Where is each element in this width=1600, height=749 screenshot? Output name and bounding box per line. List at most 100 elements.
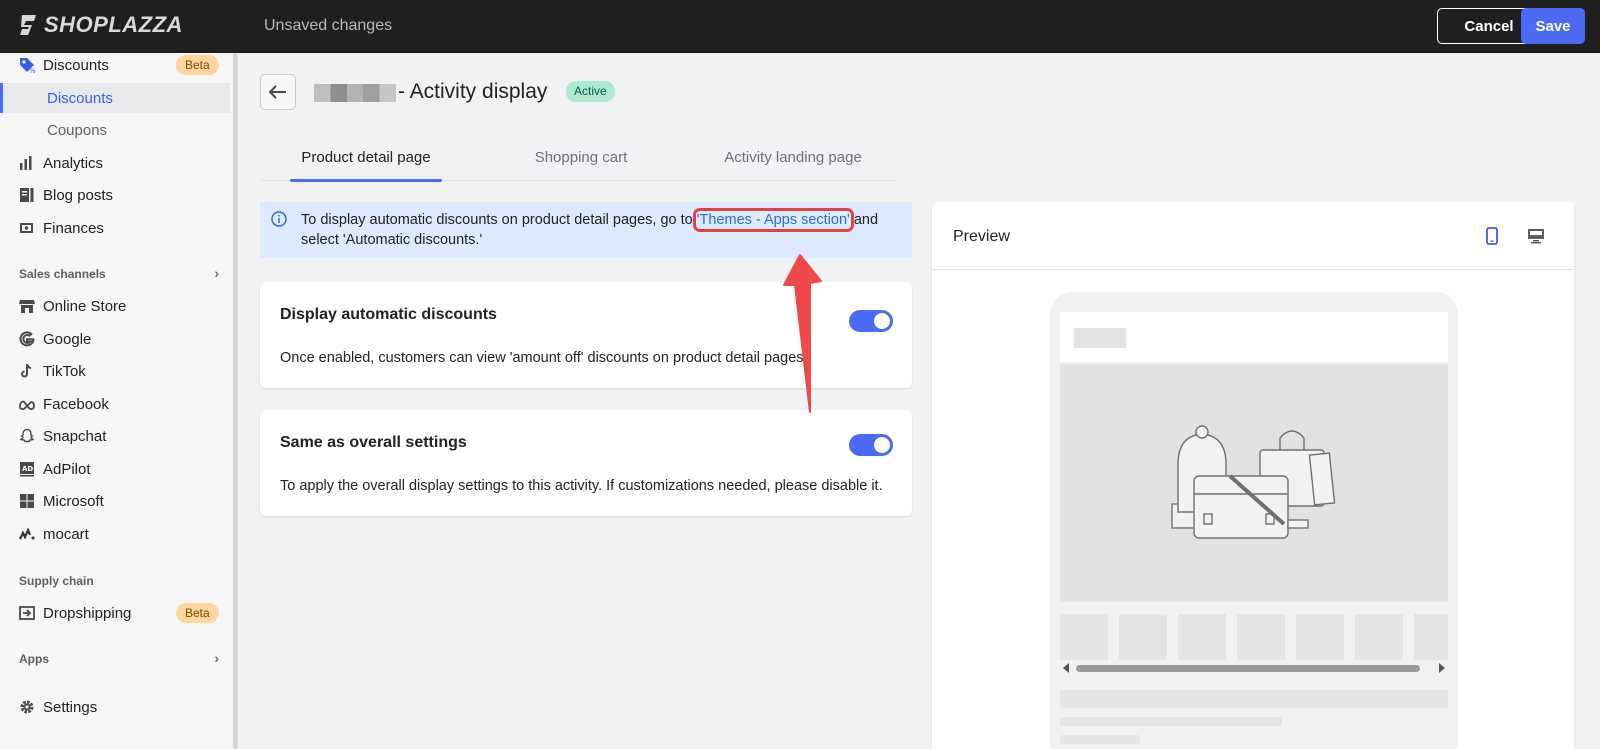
mockup-logo-placeholder bbox=[1074, 328, 1126, 348]
sidebar-item-mocart[interactable]: mocart bbox=[0, 519, 230, 549]
sidebar-item-tiktok[interactable]: TikTok bbox=[0, 356, 230, 386]
mobile-icon[interactable] bbox=[1480, 224, 1504, 248]
logo-text: SHOPLAZZA bbox=[44, 12, 183, 37]
sidebar-item-label: Google bbox=[43, 330, 92, 348]
unsaved-changes-label: Unsaved changes bbox=[264, 17, 393, 34]
sidebar-item-label: Facebook bbox=[43, 395, 109, 413]
scroll-left-icon bbox=[1063, 663, 1069, 673]
tab-product-detail-page[interactable]: Product detail page bbox=[290, 133, 442, 182]
info-banner: To display automatic discounts on produc… bbox=[260, 202, 912, 258]
arrow-left-icon bbox=[269, 85, 286, 99]
phone-mockup bbox=[1050, 292, 1458, 749]
section-header-label: Sales channels bbox=[19, 267, 106, 281]
tab-bar: Product detail page Shopping cart Activi… bbox=[260, 133, 898, 182]
store-icon bbox=[18, 297, 36, 315]
status-badge: Active bbox=[566, 81, 615, 102]
card-title: Same as overall settings bbox=[280, 434, 467, 451]
blog-icon bbox=[18, 186, 36, 204]
chevron-right-icon: › bbox=[214, 265, 219, 281]
sidebar-item-adpilot[interactable]: AD AdPilot bbox=[0, 454, 230, 484]
sidebar-item-snapchat[interactable]: Snapchat bbox=[0, 421, 230, 451]
same-as-overall-settings-card: Same as overall settings To apply the ov… bbox=[260, 410, 912, 516]
sidebar-item-label: Online Store bbox=[43, 297, 127, 315]
sidebar-item-label: TikTok bbox=[43, 362, 86, 380]
card-title: Display automatic discounts bbox=[280, 306, 497, 323]
banner-text-before: To display automatic discounts on produc… bbox=[301, 212, 697, 228]
tiktok-icon bbox=[18, 362, 36, 380]
scroll-right-icon bbox=[1439, 663, 1445, 673]
sidebar-item-label: Snapchat bbox=[43, 427, 107, 445]
redacted-activity-name bbox=[314, 84, 396, 102]
bags-illustration-icon bbox=[1171, 425, 1336, 539]
sidebar-item-label: Dropshipping bbox=[43, 604, 132, 622]
sidebar-item-dropshipping[interactable]: Dropshipping Beta bbox=[0, 598, 230, 628]
sidebar-item-label: Settings bbox=[43, 698, 98, 716]
card-description: Once enabled, customers can view 'amount… bbox=[280, 350, 804, 366]
mockup-thumbnail bbox=[1296, 614, 1344, 660]
sidebar-item-facebook[interactable]: Facebook bbox=[0, 389, 230, 419]
bar-chart-icon bbox=[18, 154, 36, 172]
microsoft-icon bbox=[18, 492, 36, 510]
sidebar-subitem-coupons[interactable]: Coupons bbox=[0, 115, 230, 145]
finances-icon bbox=[18, 219, 36, 237]
svg-text:AD: AD bbox=[22, 465, 33, 473]
sidebar-item-online-store[interactable]: Online Store bbox=[0, 291, 230, 321]
preview-title: Preview bbox=[953, 228, 1010, 245]
display-automatic-discounts-card: Display automatic discounts Once enabled… bbox=[260, 282, 912, 388]
chevron-right-icon: › bbox=[214, 650, 219, 666]
info-icon bbox=[271, 211, 287, 232]
mockup-thumbnail bbox=[1060, 614, 1108, 660]
mockup-thumbnail bbox=[1178, 614, 1226, 660]
shoplazza-logo: SHOPLAZZA bbox=[18, 12, 183, 38]
sidebar-item-finances[interactable]: Finances bbox=[0, 213, 230, 243]
mockup-thumbnail bbox=[1237, 614, 1285, 660]
shoplazza-logo-icon bbox=[20, 15, 36, 35]
sidebar-item-label: Discounts bbox=[43, 56, 109, 74]
gear-icon bbox=[18, 698, 36, 716]
discount-tag-icon: % bbox=[18, 56, 36, 74]
sidebar-item-label: AdPilot bbox=[43, 460, 91, 478]
themes-apps-section-link[interactable]: 'Themes - Apps section' bbox=[692, 208, 854, 232]
banner-text: To display automatic discounts on produc… bbox=[301, 208, 901, 250]
preview-header: Preview bbox=[932, 202, 1574, 270]
sidebar-item-label: mocart bbox=[43, 525, 89, 543]
sidebar-item-label: Microsoft bbox=[43, 492, 104, 510]
mockup-thumbnail bbox=[1119, 614, 1167, 660]
sidebar-subitem-label: Discounts bbox=[47, 89, 113, 107]
sidebar: % Discounts Beta Discounts Coupons Analy… bbox=[0, 53, 238, 749]
beta-badge: Beta bbox=[176, 603, 219, 623]
sidebar-item-label: Analytics bbox=[43, 154, 104, 172]
desktop-icon[interactable] bbox=[1524, 224, 1548, 248]
back-button[interactable] bbox=[260, 74, 296, 110]
svg-text:%: % bbox=[29, 67, 36, 74]
same-as-overall-settings-toggle[interactable] bbox=[849, 434, 893, 456]
mocart-icon bbox=[18, 525, 36, 543]
sidebar-item-label: Finances bbox=[43, 219, 104, 237]
tab-activity-landing-page[interactable]: Activity landing page bbox=[710, 133, 876, 181]
mockup-thumbnail-scrollbar[interactable] bbox=[1060, 662, 1448, 674]
mockup-thumbnail bbox=[1355, 614, 1403, 660]
mockup-title-placeholder bbox=[1060, 690, 1448, 708]
adpilot-icon: AD bbox=[18, 460, 36, 478]
sales-channels-header[interactable]: Sales channels › bbox=[19, 265, 219, 281]
tab-shopping-cart[interactable]: Shopping cart bbox=[507, 133, 655, 181]
apps-header[interactable]: Apps › bbox=[19, 650, 219, 666]
sidebar-scrollbar[interactable] bbox=[233, 53, 237, 749]
preview-panel: Preview bbox=[932, 202, 1574, 749]
sidebar-subitem-discounts[interactable]: Discounts bbox=[0, 83, 230, 113]
section-header-label: Apps bbox=[19, 652, 49, 666]
save-button[interactable]: Save bbox=[1521, 8, 1585, 44]
section-header-label: Supply chain bbox=[19, 574, 94, 588]
sidebar-item-settings[interactable]: Settings bbox=[0, 692, 230, 722]
scrollbar-thumb[interactable] bbox=[1076, 665, 1420, 672]
sidebar-item-discounts[interactable]: % Discounts Beta bbox=[0, 50, 230, 80]
page-title: - Activity display bbox=[398, 80, 548, 103]
google-icon bbox=[18, 330, 36, 348]
sidebar-item-blog-posts[interactable]: Blog posts bbox=[0, 180, 230, 210]
sidebar-item-google[interactable]: Google bbox=[0, 324, 230, 354]
sidebar-item-analytics[interactable]: Analytics bbox=[0, 148, 230, 178]
sidebar-item-microsoft[interactable]: Microsoft bbox=[0, 486, 230, 516]
sidebar-item-label: Blog posts bbox=[43, 186, 114, 204]
display-automatic-discounts-toggle[interactable] bbox=[849, 310, 893, 332]
mockup-text-placeholder bbox=[1060, 735, 1140, 744]
